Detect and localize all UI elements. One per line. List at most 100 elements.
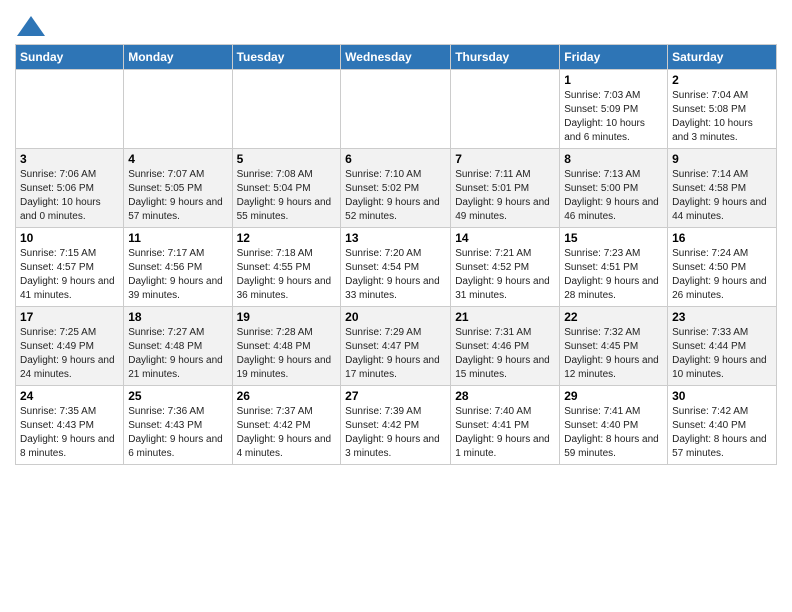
- day-info: Sunrise: 7:32 AM Sunset: 4:45 PM Dayligh…: [564, 326, 663, 382]
- calendar-cell: 11Sunrise: 7:17 AM Sunset: 4:56 PM Dayli…: [124, 228, 232, 307]
- day-info: Sunrise: 7:42 AM Sunset: 4:40 PM Dayligh…: [672, 405, 772, 461]
- calendar-week-row: 17 Sunrise: 7:25 AM Sunset: 4:49 PM Dayli…: [16, 307, 777, 386]
- logo: [15, 14, 45, 36]
- day-number: 24: [20, 389, 119, 403]
- calendar-cell: 22 Sunrise: 7:32 AM Sunset: 4:45 PM Dayli…: [560, 307, 668, 386]
- day-number: 27: [345, 389, 446, 403]
- day-number: 17: [20, 310, 119, 324]
- calendar-week-row: 3 Sunrise: 7:06 AM Sunset: 5:06 PM Daylig…: [16, 149, 777, 228]
- page-header: [15, 10, 777, 36]
- day-number: 28: [455, 389, 555, 403]
- calendar-cell: 1 Sunrise: 7:03 AM Sunset: 5:09 PM Daylig…: [560, 70, 668, 149]
- day-info: Sunrise: 7:39 AM Sunset: 4:42 PM Dayligh…: [345, 405, 446, 461]
- day-number: 6: [345, 152, 446, 166]
- day-info: Sunrise: 7:13 AM Sunset: 5:00 PM Dayligh…: [564, 168, 663, 224]
- calendar-cell: 8Sunrise: 7:13 AM Sunset: 5:00 PM Daylig…: [560, 149, 668, 228]
- calendar-cell: 12 Sunrise: 7:18 AM Sunset: 4:55 PM Dayli…: [232, 228, 341, 307]
- day-number: 3: [20, 152, 119, 166]
- calendar-table: SundayMondayTuesdayWednesdayThursdayFrid…: [15, 44, 777, 465]
- day-number: 19: [237, 310, 337, 324]
- day-info: Sunrise: 7:15 AM Sunset: 4:57 PM Dayligh…: [20, 247, 119, 303]
- day-info: Sunrise: 7:08 AM Sunset: 5:04 PM Dayligh…: [237, 168, 337, 224]
- day-number: 22: [564, 310, 663, 324]
- day-number: 12: [237, 231, 337, 245]
- calendar-cell: 28 Sunrise: 7:40 AM Sunset: 4:41 PM Dayli…: [451, 386, 560, 465]
- calendar-cell: 9 Sunrise: 7:14 AM Sunset: 4:58 PM Daylig…: [668, 149, 777, 228]
- day-info: Sunrise: 7:37 AM Sunset: 4:42 PM Dayligh…: [237, 405, 337, 461]
- day-info: Sunrise: 7:27 AM Sunset: 4:48 PM Dayligh…: [128, 326, 227, 382]
- day-info: Sunrise: 7:35 AM Sunset: 4:43 PM Dayligh…: [20, 405, 119, 461]
- calendar-cell: 15 Sunrise: 7:23 AM Sunset: 4:51 PM Dayli…: [560, 228, 668, 307]
- day-info: Sunrise: 7:40 AM Sunset: 4:41 PM Dayligh…: [455, 405, 555, 461]
- calendar-cell: 14 Sunrise: 7:21 AM Sunset: 4:52 PM Dayli…: [451, 228, 560, 307]
- day-number: 18: [128, 310, 227, 324]
- calendar-day-header: Saturday: [668, 45, 777, 70]
- calendar-week-row: 10 Sunrise: 7:15 AM Sunset: 4:57 PM Dayli…: [16, 228, 777, 307]
- calendar-cell: [124, 70, 232, 149]
- day-number: 14: [455, 231, 555, 245]
- calendar-cell: 23 Sunrise: 7:33 AM Sunset: 4:44 PM Dayli…: [668, 307, 777, 386]
- day-info: Sunrise: 7:14 AM Sunset: 4:58 PM Dayligh…: [672, 168, 772, 224]
- calendar-day-header: Thursday: [451, 45, 560, 70]
- day-number: 26: [237, 389, 337, 403]
- day-info: Sunrise: 7:31 AM Sunset: 4:46 PM Dayligh…: [455, 326, 555, 382]
- day-info: Sunrise: 7:41 AM Sunset: 4:40 PM Dayligh…: [564, 405, 663, 461]
- calendar-cell: 30 Sunrise: 7:42 AM Sunset: 4:40 PM Dayli…: [668, 386, 777, 465]
- day-number: 10: [20, 231, 119, 245]
- day-info: Sunrise: 7:25 AM Sunset: 4:49 PM Dayligh…: [20, 326, 119, 382]
- day-info: Sunrise: 7:17 AM Sunset: 4:56 PM Dayligh…: [128, 247, 227, 303]
- day-number: 7: [455, 152, 555, 166]
- day-number: 23: [672, 310, 772, 324]
- day-info: Sunrise: 7:04 AM Sunset: 5:08 PM Dayligh…: [672, 89, 772, 145]
- day-number: 4: [128, 152, 227, 166]
- day-info: Sunrise: 7:23 AM Sunset: 4:51 PM Dayligh…: [564, 247, 663, 303]
- calendar-header-row: SundayMondayTuesdayWednesdayThursdayFrid…: [16, 45, 777, 70]
- day-info: Sunrise: 7:29 AM Sunset: 4:47 PM Dayligh…: [345, 326, 446, 382]
- day-info: Sunrise: 7:18 AM Sunset: 4:55 PM Dayligh…: [237, 247, 337, 303]
- calendar-cell: [341, 70, 451, 149]
- day-number: 30: [672, 389, 772, 403]
- day-info: Sunrise: 7:07 AM Sunset: 5:05 PM Dayligh…: [128, 168, 227, 224]
- calendar-cell: 18 Sunrise: 7:27 AM Sunset: 4:48 PM Dayli…: [124, 307, 232, 386]
- calendar-cell: 29Sunrise: 7:41 AM Sunset: 4:40 PM Dayli…: [560, 386, 668, 465]
- calendar-cell: [451, 70, 560, 149]
- calendar-day-header: Sunday: [16, 45, 124, 70]
- calendar-cell: 7 Sunrise: 7:11 AM Sunset: 5:01 PM Daylig…: [451, 149, 560, 228]
- calendar-cell: 4 Sunrise: 7:07 AM Sunset: 5:05 PM Daylig…: [124, 149, 232, 228]
- day-info: Sunrise: 7:11 AM Sunset: 5:01 PM Dayligh…: [455, 168, 555, 224]
- day-info: Sunrise: 7:10 AM Sunset: 5:02 PM Dayligh…: [345, 168, 446, 224]
- calendar-cell: 3 Sunrise: 7:06 AM Sunset: 5:06 PM Daylig…: [16, 149, 124, 228]
- day-info: Sunrise: 7:20 AM Sunset: 4:54 PM Dayligh…: [345, 247, 446, 303]
- calendar-cell: 20Sunrise: 7:29 AM Sunset: 4:47 PM Dayli…: [341, 307, 451, 386]
- day-info: Sunrise: 7:28 AM Sunset: 4:48 PM Dayligh…: [237, 326, 337, 382]
- logo-text: [15, 14, 45, 36]
- calendar-cell: 25 Sunrise: 7:36 AM Sunset: 4:43 PM Dayli…: [124, 386, 232, 465]
- calendar-cell: 27 Sunrise: 7:39 AM Sunset: 4:42 PM Dayli…: [341, 386, 451, 465]
- calendar-cell: 2 Sunrise: 7:04 AM Sunset: 5:08 PM Daylig…: [668, 70, 777, 149]
- day-number: 9: [672, 152, 772, 166]
- day-info: Sunrise: 7:36 AM Sunset: 4:43 PM Dayligh…: [128, 405, 227, 461]
- calendar-cell: 10 Sunrise: 7:15 AM Sunset: 4:57 PM Dayli…: [16, 228, 124, 307]
- calendar-week-row: 1 Sunrise: 7:03 AM Sunset: 5:09 PM Daylig…: [16, 70, 777, 149]
- day-number: 15: [564, 231, 663, 245]
- day-info: Sunrise: 7:33 AM Sunset: 4:44 PM Dayligh…: [672, 326, 772, 382]
- calendar-cell: 16Sunrise: 7:24 AM Sunset: 4:50 PM Dayli…: [668, 228, 777, 307]
- day-number: 2: [672, 73, 772, 87]
- day-info: Sunrise: 7:03 AM Sunset: 5:09 PM Dayligh…: [564, 89, 663, 145]
- calendar-cell: 6 Sunrise: 7:10 AM Sunset: 5:02 PM Daylig…: [341, 149, 451, 228]
- calendar-cell: 5 Sunrise: 7:08 AM Sunset: 5:04 PM Daylig…: [232, 149, 341, 228]
- day-number: 5: [237, 152, 337, 166]
- day-number: 25: [128, 389, 227, 403]
- page-container: SundayMondayTuesdayWednesdayThursdayFrid…: [0, 0, 792, 475]
- calendar-cell: 21Sunrise: 7:31 AM Sunset: 4:46 PM Dayli…: [451, 307, 560, 386]
- calendar-day-header: Tuesday: [232, 45, 341, 70]
- day-number: 1: [564, 73, 663, 87]
- calendar-week-row: 24 Sunrise: 7:35 AM Sunset: 4:43 PM Dayli…: [16, 386, 777, 465]
- day-info: Sunrise: 7:21 AM Sunset: 4:52 PM Dayligh…: [455, 247, 555, 303]
- day-info: Sunrise: 7:06 AM Sunset: 5:06 PM Dayligh…: [20, 168, 119, 224]
- calendar-cell: [232, 70, 341, 149]
- calendar-cell: 13Sunrise: 7:20 AM Sunset: 4:54 PM Dayli…: [341, 228, 451, 307]
- calendar-day-header: Monday: [124, 45, 232, 70]
- calendar-cell: [16, 70, 124, 149]
- day-info: Sunrise: 7:24 AM Sunset: 4:50 PM Dayligh…: [672, 247, 772, 303]
